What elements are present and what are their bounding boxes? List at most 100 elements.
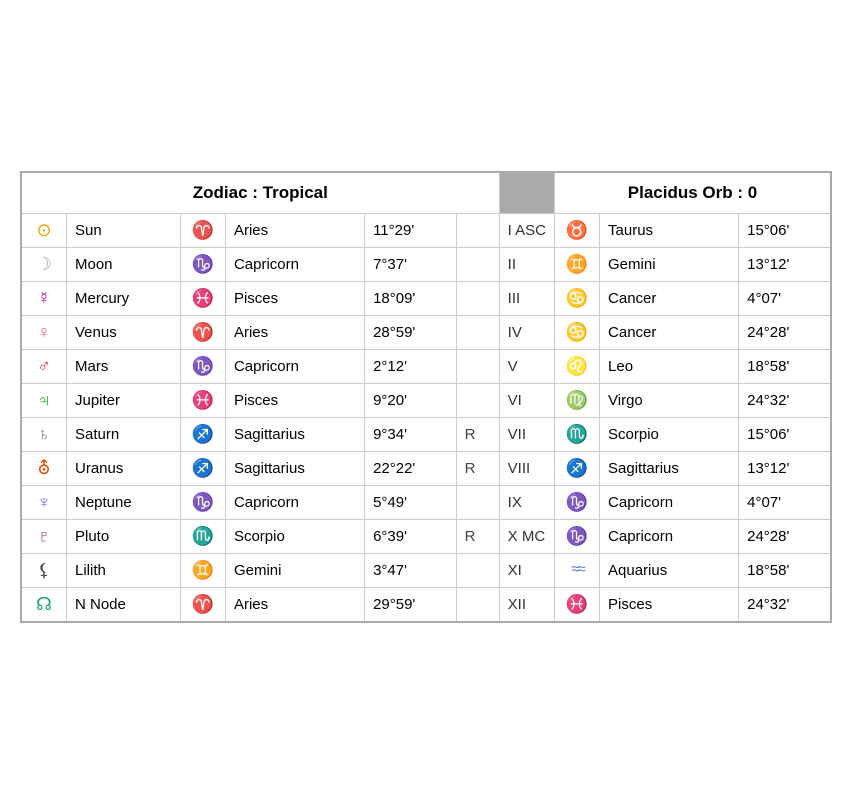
- right-degree: 24°32': [747, 392, 789, 409]
- left-sign-name: Sagittarius: [234, 460, 305, 477]
- sign-symbol-cell: ♓: [180, 383, 225, 417]
- sign-name-cell: Gemini: [225, 553, 364, 587]
- right-sign-symbol-cell: ♌: [555, 349, 600, 383]
- planet-name: Mars: [75, 358, 108, 375]
- right-degree-cell: 13°12': [739, 247, 831, 281]
- sign-name-cell: Aries: [225, 315, 364, 349]
- right-sign-symbol-cell: ♑: [555, 485, 600, 519]
- planet-symbol-cell: ☽: [21, 247, 67, 281]
- sign-symbol-cell: ♑: [180, 247, 225, 281]
- left-sign-symbol: ♊: [189, 560, 217, 581]
- planet-symbol: ♇: [30, 526, 58, 547]
- house-cell: IX: [499, 485, 554, 519]
- planet-name: N Node: [75, 596, 126, 613]
- right-degree: 24°32': [747, 596, 789, 613]
- left-degree: 22°22': [373, 460, 415, 477]
- planet-symbol: ♀: [30, 322, 58, 343]
- left-sign-symbol: ♑: [189, 492, 217, 513]
- house-cell: I ASC: [499, 213, 554, 247]
- left-sign-symbol: ♑: [189, 356, 217, 377]
- planet-name: Mercury: [75, 290, 129, 307]
- right-sign-name: Taurus: [608, 222, 653, 239]
- table-row: ⛢ Uranus ♐ Sagittarius 22°22' R VIII ♐ S…: [21, 451, 831, 485]
- right-sign-symbol-cell: ≈≈: [555, 553, 600, 587]
- left-sign-name: Aries: [234, 222, 268, 239]
- planet-symbol: ⊙: [30, 220, 58, 241]
- left-sign-name: Gemini: [234, 562, 282, 579]
- right-degree-cell: 4°07': [739, 485, 831, 519]
- left-degree: 28°59': [373, 324, 415, 341]
- left-sign-name: Aries: [234, 324, 268, 341]
- left-header: Zodiac : Tropical: [21, 172, 499, 214]
- house-cell: V: [499, 349, 554, 383]
- astrology-table: Zodiac : Tropical Placidus Orb : 0 ⊙ Sun…: [20, 171, 832, 623]
- planet-symbol: ♃: [30, 390, 58, 411]
- right-sign-name-cell: Cancer: [600, 281, 739, 315]
- planet-name-cell: Moon: [67, 247, 181, 281]
- planet-name-cell: N Node: [67, 587, 181, 622]
- right-sign-name: Leo: [608, 358, 633, 375]
- table-row: ♃ Jupiter ♓ Pisces 9°20' VI ♍ Virgo 24°3…: [21, 383, 831, 417]
- planet-symbol: ⛢: [30, 458, 58, 479]
- planet-symbol: ♄: [30, 424, 58, 445]
- right-sign-symbol-cell: ♊: [555, 247, 600, 281]
- house-label: V: [508, 358, 518, 375]
- right-degree: 15°06': [747, 426, 789, 443]
- retrograde-cell: [456, 213, 499, 247]
- sign-name-cell: Aries: [225, 213, 364, 247]
- degree-cell: 9°34': [365, 417, 457, 451]
- planet-name: Neptune: [75, 494, 132, 511]
- house-cell: III: [499, 281, 554, 315]
- right-sign-symbol-cell: ♏: [555, 417, 600, 451]
- planet-symbol-cell: ♀: [21, 315, 67, 349]
- house-label: XI: [508, 562, 522, 579]
- planet-symbol: ☽: [30, 254, 58, 275]
- table-row: ♆ Neptune ♑ Capricorn 5°49' IX ♑ Caprico…: [21, 485, 831, 519]
- house-label: II: [508, 256, 516, 273]
- right-degree: 15°06': [747, 222, 789, 239]
- planet-name-cell: Uranus: [67, 451, 181, 485]
- house-cell: VI: [499, 383, 554, 417]
- planet-symbol-cell: ⚸: [21, 553, 67, 587]
- left-sign-symbol: ♓: [189, 390, 217, 411]
- right-degree: 4°07': [747, 290, 781, 307]
- left-sign-symbol: ♈: [189, 594, 217, 615]
- planet-name: Venus: [75, 324, 117, 341]
- planet-name-cell: Jupiter: [67, 383, 181, 417]
- house-cell: X MC: [499, 519, 554, 553]
- right-sign-symbol-cell: ♋: [555, 281, 600, 315]
- table-row: ☿ Mercury ♓ Pisces 18°09' III ♋ Cancer 4…: [21, 281, 831, 315]
- right-sign-name: Scorpio: [608, 426, 659, 443]
- house-cell: VII: [499, 417, 554, 451]
- planet-name: Pluto: [75, 528, 109, 545]
- table-row: ♇ Pluto ♏ Scorpio 6°39' R X MC ♑ Caprico…: [21, 519, 831, 553]
- planet-name: Saturn: [75, 426, 119, 443]
- right-sign-name-cell: Scorpio: [600, 417, 739, 451]
- planet-name-cell: Mercury: [67, 281, 181, 315]
- retrograde-cell: [456, 315, 499, 349]
- left-sign-symbol: ♏: [189, 526, 217, 547]
- right-sign-symbol-cell: ♋: [555, 315, 600, 349]
- degree-cell: 28°59': [365, 315, 457, 349]
- planet-symbol: ♆: [30, 492, 58, 513]
- right-degree: 13°12': [747, 256, 789, 273]
- planet-symbol-cell: ⛢: [21, 451, 67, 485]
- retrograde-cell: R: [456, 451, 499, 485]
- right-degree-cell: 15°06': [739, 213, 831, 247]
- left-degree: 6°39': [373, 528, 407, 545]
- right-degree-cell: 24°32': [739, 383, 831, 417]
- sign-symbol-cell: ♈: [180, 213, 225, 247]
- degree-cell: 11°29': [365, 213, 457, 247]
- right-sign-name-cell: Taurus: [600, 213, 739, 247]
- planet-name-cell: Mars: [67, 349, 181, 383]
- left-degree: 29°59': [373, 596, 415, 613]
- left-degree: 9°20': [373, 392, 407, 409]
- sign-name-cell: Scorpio: [225, 519, 364, 553]
- right-sign-name: Cancer: [608, 324, 656, 341]
- right-degree: 24°28': [747, 324, 789, 341]
- house-label: VI: [508, 392, 522, 409]
- house-label: VII: [508, 426, 526, 443]
- left-sign-name: Capricorn: [234, 358, 299, 375]
- planet-symbol-cell: ♃: [21, 383, 67, 417]
- right-sign-name-cell: Virgo: [600, 383, 739, 417]
